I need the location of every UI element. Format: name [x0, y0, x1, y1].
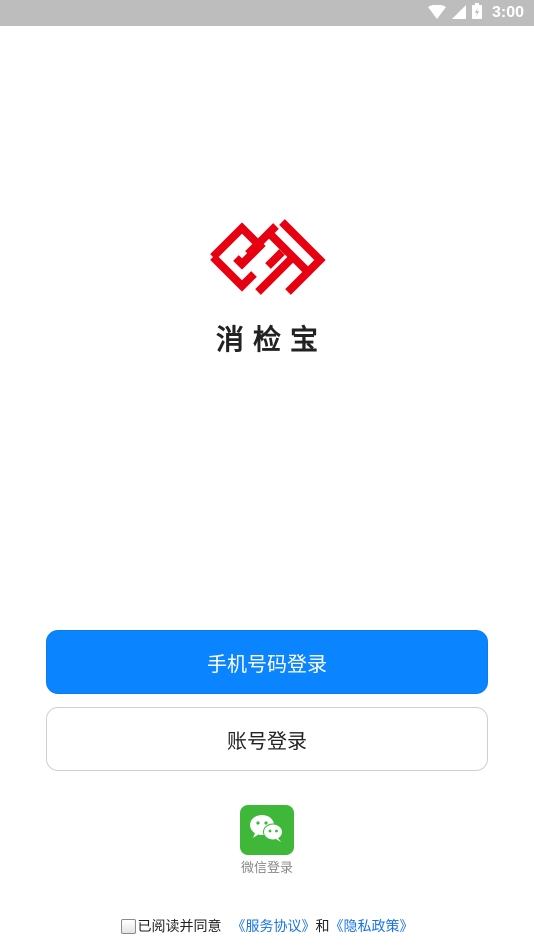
wechat-login-button[interactable] — [240, 805, 294, 855]
app-logo — [208, 214, 326, 300]
terms-link[interactable]: 《服务协议》 — [232, 916, 316, 936]
battery-icon — [471, 3, 482, 23]
status-icons: 3:00 — [427, 0, 524, 26]
app-name: 消检宝 — [215, 323, 327, 356]
account-login-label: 账号登录 — [227, 728, 307, 753]
agreement-row: 已阅读并同意 《服务协议》 和 《隐私政策》 — [0, 916, 534, 936]
wifi-icon — [427, 4, 446, 23]
wechat-icon — [249, 813, 285, 847]
phone-login-button[interactable]: 手机号码登录 — [46, 630, 488, 694]
wechat-login-label: 微信登录 — [240, 861, 293, 876]
agreement-prefix: 已阅读并同意 — [137, 919, 222, 935]
agreement-checkbox[interactable] — [120, 918, 136, 934]
privacy-link[interactable]: 《隐私政策》 — [330, 916, 414, 936]
phone-login-label: 手机号码登录 — [207, 651, 327, 676]
cell-signal-icon — [451, 4, 466, 23]
status-bar: 3:00 — [0, 0, 534, 26]
agreement-conjunction: 和 — [315, 919, 330, 935]
account-login-button[interactable]: 账号登录 — [46, 707, 488, 771]
status-time: 3:00 — [491, 4, 524, 21]
